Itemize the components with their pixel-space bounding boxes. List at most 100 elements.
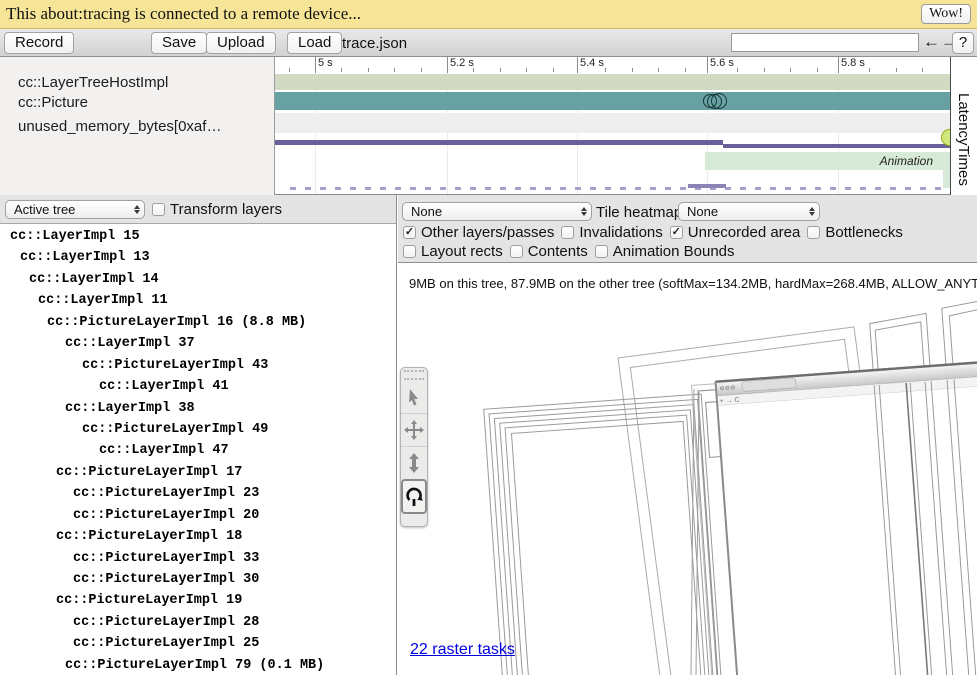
tree-item[interactable]: cc::PictureLayerImpl 33 [0,551,396,572]
tree-item[interactable]: cc::LayerImpl 37 [0,336,396,357]
animation-event-bar-tail [943,152,950,188]
ruler-minor-tick [764,68,765,72]
ruler-minor-tick [341,68,342,72]
tree-item[interactable]: cc::PictureLayerImpl 23 [0,486,396,507]
select-arrows-icon [134,205,140,215]
transform-layers-checkbox[interactable]: Transform layers [152,201,282,218]
tree-item[interactable]: cc::LayerImpl 13 [0,250,396,271]
checkbox-label: Unrecorded area [688,224,801,241]
display-option-checkbox[interactable]: ✓ Unrecorded area [670,224,801,241]
tree-item[interactable]: cc::PictureLayerImpl 30 [0,572,396,593]
about-tracing-window: This about:tracing is connected to a rem… [0,0,977,675]
search-input[interactable] [731,33,919,52]
ruler-tick-label: 5 s [318,57,333,69]
zoom-tool-button[interactable] [401,446,427,479]
tree-item[interactable]: cc::PictureLayerImpl 19 [0,593,396,614]
select-tool-button[interactable] [401,380,427,413]
display-option-checkbox[interactable]: Layout rects [403,243,503,260]
ruler-minor-tick [605,68,606,72]
layertreehostimpl-track[interactable] [275,74,950,90]
tree-item[interactable]: cc::PictureLayerImpl 16 (8.8 MB) [0,315,396,336]
tree-item[interactable]: cc::PictureLayerImpl 43 [0,358,396,379]
checkbox-label: Other layers/passes [421,224,554,241]
display-option-checkbox[interactable]: Contents [510,243,588,260]
ruler-tick-label: 5.4 s [580,57,604,69]
layer-quad-view[interactable]: + → C [398,263,977,675]
instant-event-circle[interactable] [711,93,727,109]
remote-device-banner: This about:tracing is connected to a rem… [0,0,977,29]
tile-heatmap-select[interactable]: None [678,202,820,221]
checkbox-box[interactable] [595,245,608,258]
tree-item[interactable]: cc::PictureLayerImpl 28 [0,615,396,636]
tree-item[interactable]: cc::PictureLayerImpl 79 (0.1 MB) [0,658,396,674]
checkbox-box[interactable] [152,203,165,216]
display-options-row-1: ✓ Other layers/passes Invalidations ✓ Unreco… [403,224,903,241]
ruler-major-tick: 5.8 s [838,57,839,73]
animation-event-bar[interactable]: Animation [705,152,943,170]
tree-item[interactable]: cc::LayerImpl 41 [0,379,396,400]
traffic-light-icon [726,386,730,390]
load-button[interactable]: Load [287,32,342,54]
checkbox-box[interactable]: ✓ [670,226,683,239]
display-option-checkbox[interactable]: Animation Bounds [595,243,735,260]
times-group-label[interactable]: Times [955,146,972,186]
display-options-row-2: Layout rects Contents Animation Bounds [403,243,735,260]
right-layer-quad-tops [869,299,977,374]
ruler-minor-tick [473,68,474,72]
track-label-unused-memory[interactable]: unused_memory_bytes[0xaf… [18,118,221,135]
tree-item[interactable]: cc::LayerImpl 47 [0,443,396,464]
tree-item[interactable]: cc::PictureLayerImpl 18 [0,529,396,550]
display-option-checkbox[interactable]: Bottlenecks [807,224,903,241]
tree-item[interactable]: cc::PictureLayerImpl 17 [0,465,396,486]
track-label-picture[interactable]: cc::Picture [18,94,88,111]
tree-item[interactable]: cc::PictureLayerImpl 20 [0,508,396,529]
checkbox-box[interactable] [510,245,523,258]
tree-item[interactable]: cc::PictureLayerImpl 49 [0,422,396,443]
upload-button[interactable]: Upload [206,32,276,54]
traffic-light-icon [731,386,735,390]
checkbox-label: Contents [528,243,588,260]
record-button[interactable]: Record [4,32,74,54]
checkbox-box[interactable] [403,245,416,258]
display-option-checkbox[interactable]: ✓ Other layers/passes [403,224,554,241]
tree-item[interactable]: cc::LayerImpl 11 [0,293,396,314]
help-button[interactable]: ? [952,32,974,54]
rotate-trackball-icon [405,487,423,507]
display-option-checkbox[interactable]: Invalidations [561,224,662,241]
memory-value-line-segment [723,144,950,148]
cursor-arrow-icon [406,388,422,406]
tree-item[interactable]: cc::LayerImpl 14 [0,272,396,293]
latency-group-label[interactable]: Latency [955,93,972,146]
layer-tree-panel: Active tree Transform layers cc::LayerIm… [0,195,397,675]
timeline-track-area[interactable]: 5 s5.2 s5.4 s5.6 s5.8 s Animation [275,57,950,195]
checkbox-box[interactable] [561,226,574,239]
wow-button[interactable]: Wow! [921,4,971,24]
ruler-major-tick: 5 s [315,57,316,73]
ruler-minor-tick [526,68,527,72]
banner-message: This about:tracing is connected to a rem… [6,4,921,24]
ruler-minor-tick [368,68,369,72]
ruler-tick-label: 5.2 s [450,57,474,69]
track-label-layertreehostimpl[interactable]: cc::LayerTreeHostImpl [18,74,168,91]
browser-window-layer: + → C [715,356,977,675]
ruler-minor-tick [817,68,818,72]
checkbox-box[interactable] [807,226,820,239]
raster-tasks-link[interactable]: 22 raster tasks [410,641,515,659]
unused-memory-track[interactable] [275,113,950,133]
memory-sparkline [290,187,950,190]
tree-item[interactable]: cc::LayerImpl 38 [0,401,396,422]
select-arrows-icon [581,207,587,217]
tree-select[interactable]: Active tree [5,200,145,219]
pan-tool-button[interactable] [401,413,427,446]
layer-display-select[interactable]: None [402,202,592,221]
latency-times-sidebar: LatencyTimes [950,57,977,195]
checkbox-box[interactable]: ✓ [403,226,416,239]
save-button[interactable]: Save [151,32,207,54]
ruler-tick-label: 5.8 s [841,57,865,69]
tree-item[interactable]: cc::LayerImpl 15 [0,229,396,250]
rotate-tool-button[interactable] [401,479,427,514]
tree-item[interactable]: cc::PictureLayerImpl 25 [0,636,396,657]
checkbox-label: Layout rects [421,243,503,260]
picture-track[interactable] [275,92,950,110]
drag-handle[interactable] [404,370,424,380]
